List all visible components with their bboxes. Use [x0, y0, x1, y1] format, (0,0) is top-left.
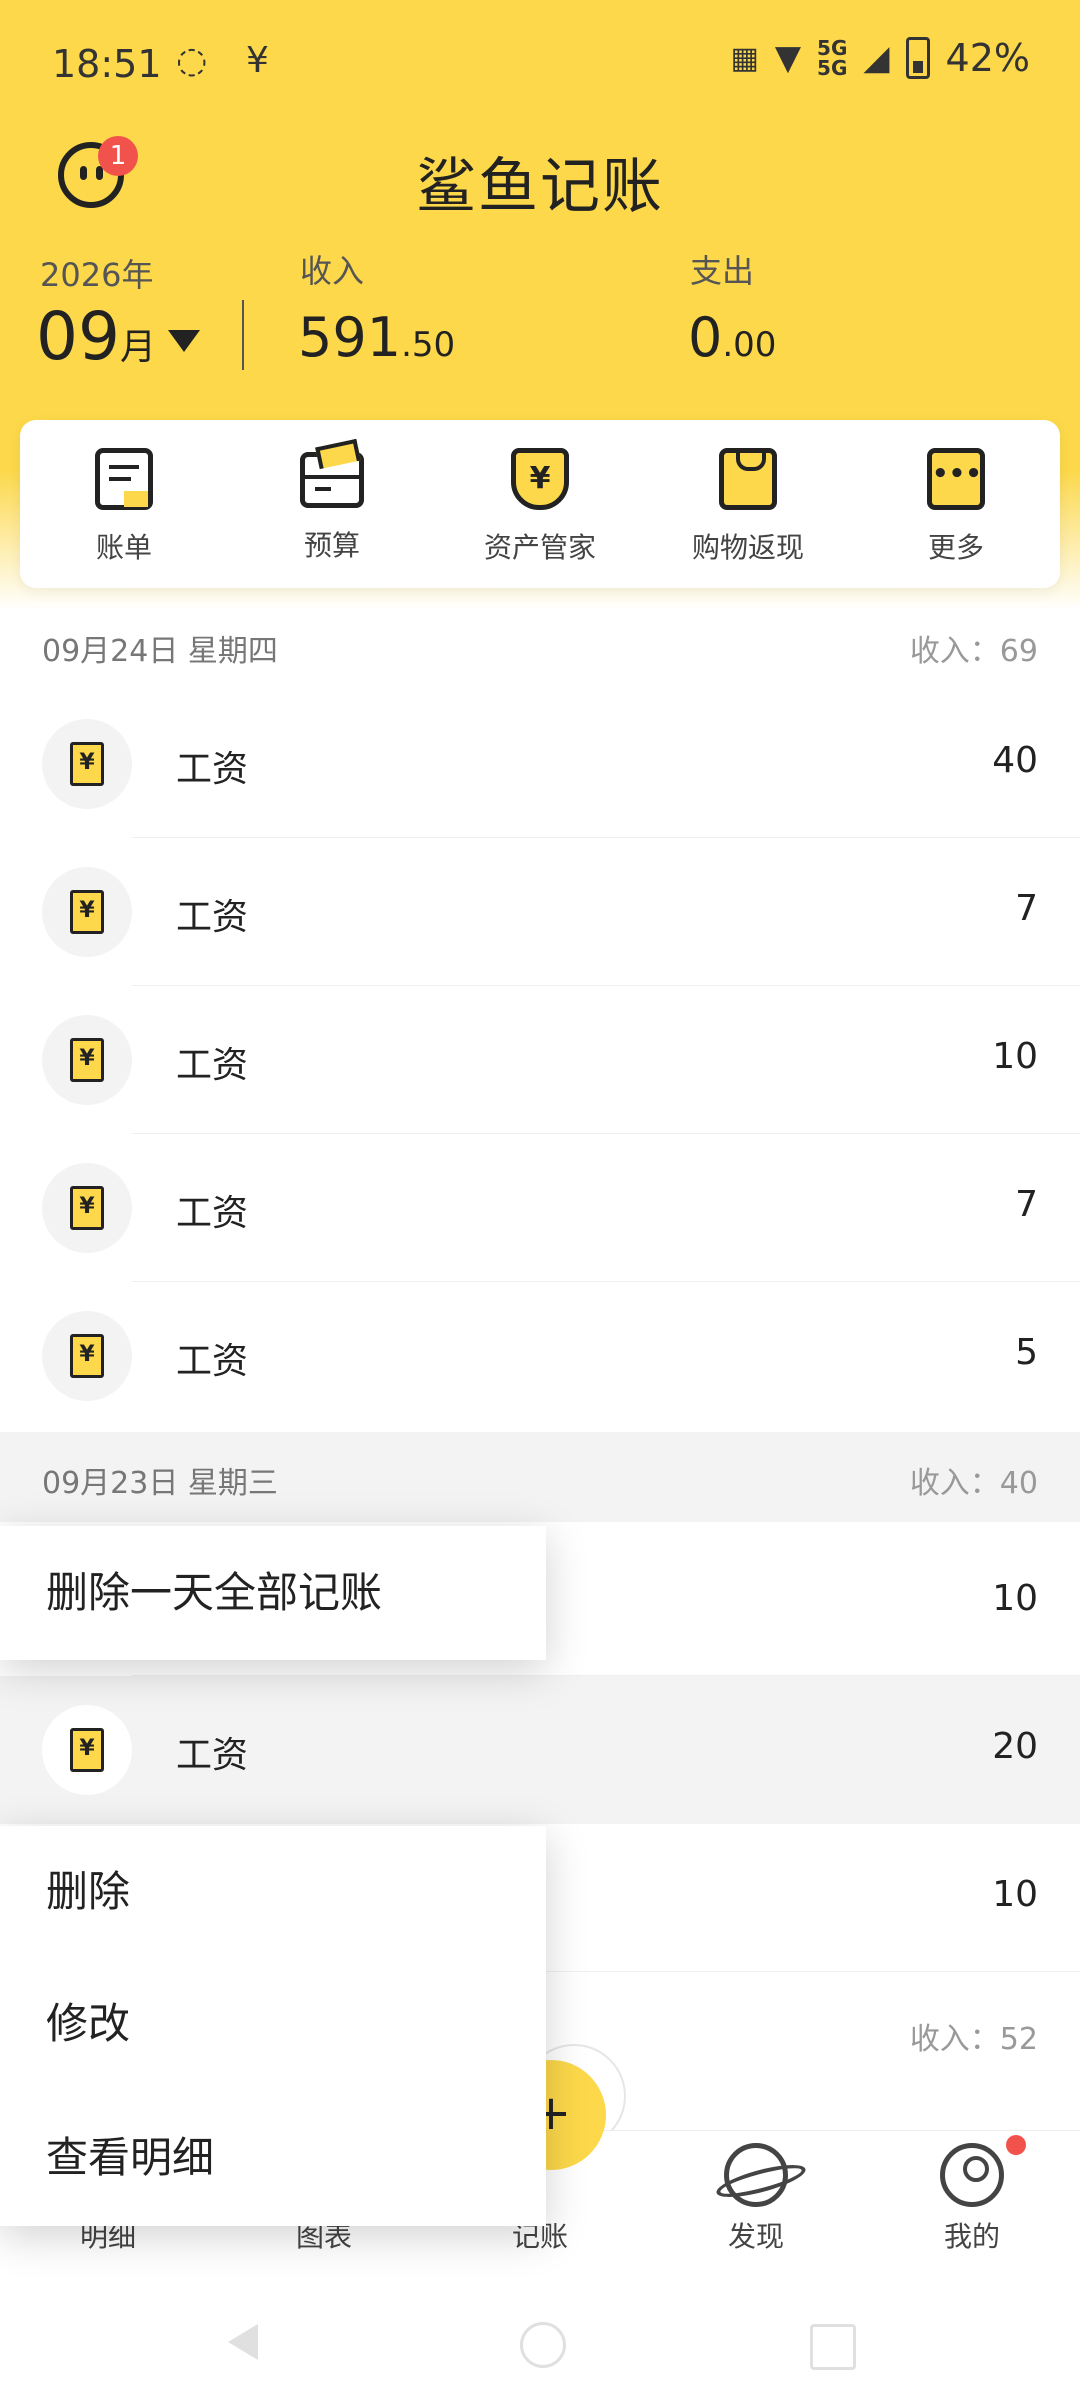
record-item[interactable]: ¥ 工资 10: [0, 986, 1080, 1134]
record-amount: 7: [1015, 888, 1038, 929]
battery-percent: 42%: [945, 36, 1030, 80]
system-nav-bar: [0, 2300, 1080, 2400]
wallet-icon: [300, 438, 364, 508]
app-title: 鲨鱼记账: [416, 152, 664, 222]
salary-icon: ¥: [70, 1728, 104, 1772]
quick-item-bill[interactable]: 账单: [20, 420, 228, 588]
quick-item-label: 账单: [95, 531, 152, 564]
month-picker[interactable]: 09月: [36, 298, 156, 375]
wifi-icon: ▼: [774, 38, 802, 78]
record-category: 工资: [176, 749, 249, 790]
record-amount: 10: [992, 1578, 1038, 1619]
income-total: 591.50: [298, 306, 456, 369]
signal-5g-icon: 5G 5G: [817, 36, 848, 80]
yen-icon: ¥: [246, 40, 269, 81]
date-label: 09月24日 星期四: [42, 634, 278, 669]
cell-signal-icon: ◢: [863, 38, 890, 78]
record-category: 工资: [176, 897, 249, 938]
day-income: 收入：40: [909, 1466, 1038, 1501]
record-category: 工资: [176, 1193, 249, 1234]
quick-item-budget[interactable]: 预算: [228, 420, 436, 588]
shopping-bag-icon: [719, 448, 777, 510]
nav-discover[interactable]: 发现: [648, 2131, 864, 2301]
date-header[interactable]: 09月23日 星期三 收入：40: [0, 1432, 1080, 1522]
month-dropdown-icon[interactable]: [168, 330, 200, 352]
sync-circle-icon: ◌: [176, 40, 208, 81]
record-item[interactable]: ¥ 工资 7: [0, 1134, 1080, 1282]
date-header[interactable]: 09月24日 星期四 收入：69: [0, 600, 1080, 690]
expense-total: 0.00: [688, 306, 777, 369]
year-label: 2026年: [40, 256, 154, 294]
day-context-menu: 删除一天全部记账: [0, 1526, 546, 1660]
nav-me[interactable]: 我的: [864, 2131, 1080, 2301]
quick-menu: 账单 预算 ¥ 资产管家 购物返现 ••• 更多: [20, 420, 1060, 588]
quick-item-label: 资产管家: [483, 531, 596, 564]
quick-item-assets[interactable]: ¥ 资产管家: [436, 420, 644, 588]
status-time: 18:51: [52, 42, 162, 86]
record-item[interactable]: ¥ 工资 40: [0, 690, 1080, 838]
month-number: 09: [36, 298, 120, 375]
recents-icon[interactable]: [810, 2324, 856, 2370]
quick-item-more[interactable]: ••• 更多: [852, 420, 1060, 588]
salary-icon: ¥: [70, 890, 104, 934]
status-right-icons: ▦ ▼ 5G 5G ◢ 42%: [731, 36, 1030, 80]
quick-item-label: 更多: [927, 531, 984, 564]
month-unit: 月: [119, 327, 156, 368]
day-income: 收入：69: [909, 634, 1038, 669]
record-category: 工资: [176, 1045, 249, 1086]
day-income: 收入：52: [909, 2022, 1038, 2057]
quick-item-cashback[interactable]: 购物返现: [644, 420, 852, 588]
salary-icon: ¥: [70, 1186, 104, 1230]
nav-label: 我的: [943, 2220, 1000, 2253]
delete-option[interactable]: 删除: [0, 1826, 546, 1958]
back-icon[interactable]: [228, 2324, 258, 2360]
salary-icon: ¥: [70, 742, 104, 786]
person-icon: [940, 2143, 1004, 2207]
record-amount: 20: [992, 1726, 1038, 1767]
quick-item-label: 预算: [303, 529, 360, 562]
status-bar: 18:51 ◌ ¥ ▦ ▼ 5G 5G ◢ 42%: [0, 0, 1080, 120]
notification-dot: [1006, 2135, 1026, 2155]
quick-item-label: 购物返现: [691, 531, 804, 564]
record-context-menu: 删除 修改 查看明细: [0, 1826, 546, 2226]
edit-option[interactable]: 修改: [0, 1958, 546, 2090]
income-label: 收入: [300, 252, 365, 290]
nfc-icon: ▦: [730, 40, 759, 76]
record-category: 工资: [176, 1341, 249, 1382]
record-item[interactable]: ¥ 工资 5: [0, 1282, 1080, 1430]
date-label: 09月23日 星期三: [42, 1466, 278, 1501]
more-icon: •••: [927, 448, 985, 510]
record-amount: 5: [1015, 1332, 1038, 1373]
record-amount: 10: [992, 1036, 1038, 1077]
record-category: 工资: [176, 1735, 249, 1776]
record-amount: 7: [1015, 1184, 1038, 1225]
shield-yen-icon: ¥: [511, 448, 569, 510]
delete-day-records-option[interactable]: 删除一天全部记账: [0, 1526, 546, 1660]
view-details-option[interactable]: 查看明细: [0, 2090, 546, 2226]
salary-icon: ¥: [70, 1038, 104, 1082]
record-item[interactable]: ¥ 工资 7: [0, 838, 1080, 986]
bill-icon: [95, 448, 153, 510]
salary-icon: ¥: [70, 1334, 104, 1378]
battery-icon: [905, 37, 930, 79]
expense-label: 支出: [690, 252, 755, 290]
nav-label: 发现: [727, 2220, 784, 2253]
planet-icon: [713, 2143, 809, 2207]
header-divider: [242, 300, 244, 370]
record-item-selected[interactable]: ¥ 工资 20: [0, 1676, 1080, 1824]
home-icon[interactable]: [520, 2322, 566, 2368]
record-amount: 40: [992, 740, 1038, 781]
record-amount: 10: [992, 1874, 1038, 1915]
